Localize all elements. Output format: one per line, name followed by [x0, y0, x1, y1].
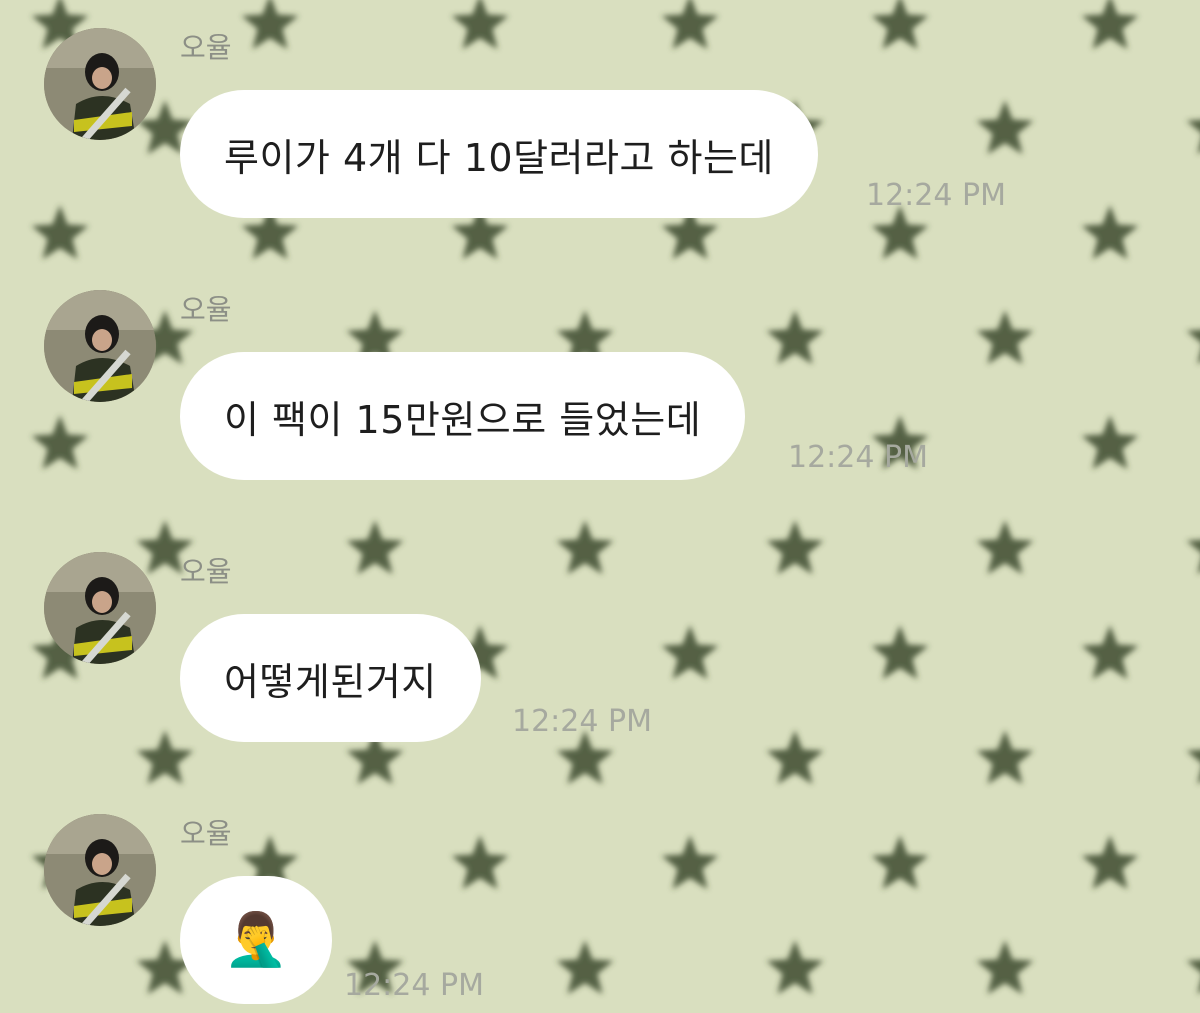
avatar-photo — [44, 814, 156, 926]
sender-name: 오율 — [180, 31, 232, 64]
sender-avatar[interactable] — [44, 552, 156, 664]
sender-avatar[interactable] — [44, 814, 156, 926]
sender-name: 오율 — [180, 293, 232, 326]
avatar-photo — [44, 552, 156, 664]
facepalm-emoji-icon: 🤦‍♂️ — [223, 910, 289, 970]
message-bubble[interactable]: 루이가 4개 다 10달러라고 하는데 — [180, 90, 818, 218]
message-bubble[interactable]: 어떻게된거지 — [180, 614, 481, 742]
avatar-photo — [44, 28, 156, 140]
message-row[interactable]: 오율 루이가 4개 다 10달러라고 하는데 12:24 PM — [0, 28, 1200, 228]
message-bubble[interactable]: 🤦‍♂️ — [180, 876, 332, 1004]
message-text: 어떻게된거지 — [224, 659, 437, 704]
message-text: 루이가 4개 다 10달러라고 하는데 — [224, 135, 774, 180]
avatar-photo — [44, 290, 156, 402]
message-row[interactable]: 오율 이 팩이 15만원으로 들었는데 12:24 PM — [0, 290, 1200, 490]
message-timestamp: 12:24 PM — [344, 968, 484, 1003]
message-row[interactable]: 오율 🤦‍♂️ 12:24 PM — [0, 814, 1200, 1013]
message-bubble[interactable]: 이 팩이 15만원으로 들었는데 — [180, 352, 746, 480]
message-timestamp: 12:24 PM — [866, 178, 1006, 213]
message-timestamp: 12:24 PM — [512, 704, 652, 739]
sender-name: 오율 — [180, 555, 232, 588]
message-text: 이 팩이 15만원으로 들었는데 — [224, 397, 702, 442]
message-timestamp: 12:24 PM — [788, 440, 928, 475]
sender-avatar[interactable] — [44, 28, 156, 140]
sender-name: 오율 — [180, 817, 232, 850]
sender-avatar[interactable] — [44, 290, 156, 402]
message-row[interactable]: 오율 어떻게된거지 12:24 PM — [0, 552, 1200, 752]
